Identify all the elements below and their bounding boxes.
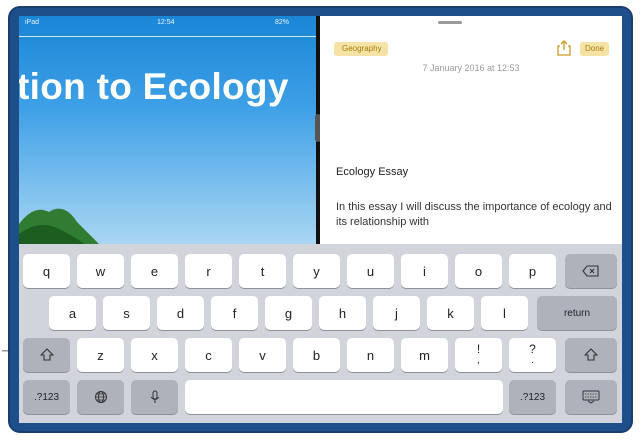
device-frame: iPad 12:54 82% tion to Ecology Geography… [8,6,633,433]
hide-keyboard-key[interactable] [565,380,617,414]
globe-icon [94,391,107,403]
key-z[interactable]: z [77,338,124,372]
key-exclaim-comma[interactable]: !, [455,338,502,372]
key-h[interactable]: h [319,296,366,330]
key-period-label: . [531,355,534,366]
note-body[interactable]: In this essay I will discuss the importa… [336,200,618,230]
key-b[interactable]: b [293,338,340,372]
numbers-key-left[interactable]: .?123 [23,380,70,414]
return-key[interactable]: return [537,296,617,330]
key-e[interactable]: e [131,254,178,288]
status-bar: iPad 12:54 82% [19,16,316,30]
key-x[interactable]: x [131,338,178,372]
key-u[interactable]: u [347,254,394,288]
island-image [19,208,99,244]
back-button[interactable]: Geography [334,42,388,56]
delete-key[interactable] [565,254,617,288]
key-n[interactable]: n [347,338,394,372]
space-key[interactable] [185,380,503,414]
slide-rule [19,36,316,37]
note-heading[interactable]: Ecology Essay [336,166,408,178]
key-y[interactable]: y [293,254,340,288]
key-w[interactable]: w [77,254,124,288]
pane-grabber[interactable] [438,21,462,24]
key-i[interactable]: i [401,254,448,288]
key-a[interactable]: a [49,296,96,330]
side-marker: ─ [2,346,10,357]
key-f[interactable]: f [211,296,258,330]
key-question-label: ? [529,342,536,356]
key-t[interactable]: t [239,254,286,288]
key-o[interactable]: o [455,254,502,288]
microphone-icon [150,390,159,403]
status-carrier: iPad [25,19,40,26]
key-m[interactable]: m [401,338,448,372]
done-button[interactable]: Done [580,42,610,56]
delete-icon [582,265,599,277]
status-time: 12:54 [157,19,175,26]
key-comma-label: , [477,355,480,366]
shift-key-left[interactable] [23,338,70,372]
key-l[interactable]: l [481,296,528,330]
globe-key[interactable] [77,380,124,414]
key-exclaim-label: ! [476,342,481,356]
share-icon[interactable] [557,40,571,56]
dictation-key[interactable] [131,380,178,414]
shift-key-right[interactable] [565,338,617,372]
key-k[interactable]: k [427,296,474,330]
key-d[interactable]: d [157,296,204,330]
key-j[interactable]: j [373,296,420,330]
ipad-screen: iPad 12:54 82% tion to Ecology Geography… [19,16,622,423]
status-battery: 82% [275,19,290,26]
numbers-key-right[interactable]: .?123 [509,380,556,414]
key-c[interactable]: c [185,338,232,372]
key-r[interactable]: r [185,254,232,288]
slide-title: tion to Ecology [19,66,289,107]
key-s[interactable]: s [103,296,150,330]
notes-pane: Geography Done 7 January 2016 at 12:53 E… [320,16,622,244]
slide-pane[interactable]: iPad 12:54 82% tion to Ecology [19,16,316,244]
key-g[interactable]: g [265,296,312,330]
note-date: 7 January 2016 at 12:53 [422,63,520,73]
shift-icon [584,348,598,361]
on-screen-keyboard: q w e r t y u i o p a s d f g h j k l re… [19,246,622,423]
key-p[interactable]: p [509,254,556,288]
key-question-period[interactable]: ?. [509,338,556,372]
key-q[interactable]: q [23,254,70,288]
keyboard-hide-icon [582,390,600,404]
shift-icon [39,348,54,361]
key-v[interactable]: v [239,338,286,372]
